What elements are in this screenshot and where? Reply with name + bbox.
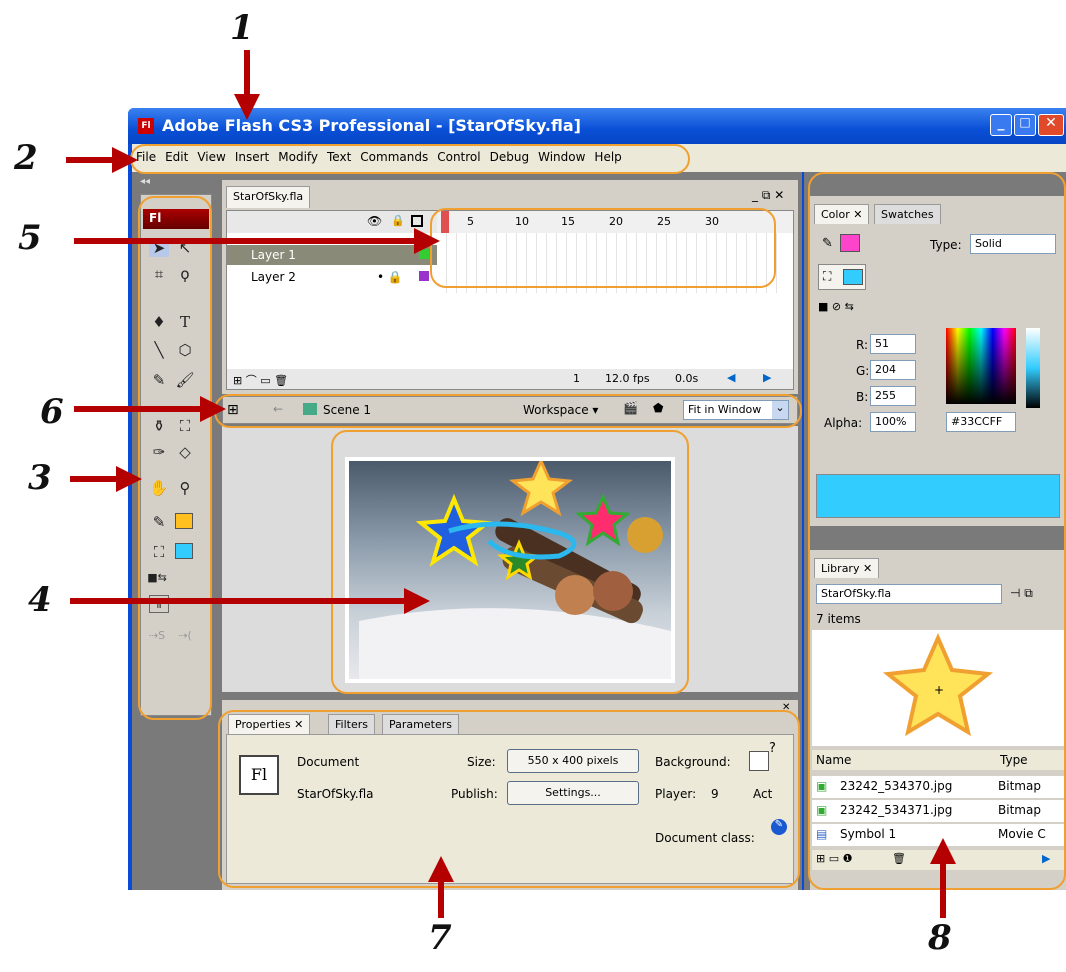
layer-color	[419, 271, 429, 281]
highlight-tools	[138, 196, 212, 720]
arrow-6	[74, 406, 206, 412]
maximize-button[interactable]: □	[1014, 114, 1036, 136]
frame-rate: 12.0 fps	[605, 372, 650, 385]
eye-icon[interactable]: 👁	[367, 214, 382, 228]
arrow-head	[200, 396, 226, 422]
add-layer-icon[interactable]: ⊞ ⌒ ▭ 🗑	[233, 372, 288, 388]
arrow-head	[930, 838, 956, 864]
arrow-5	[74, 238, 420, 244]
outline-icon[interactable]	[411, 215, 423, 227]
annotation-3: 3	[28, 458, 52, 498]
arrow-head	[234, 94, 260, 120]
highlight-timeline	[430, 208, 776, 288]
arrow-head	[112, 147, 138, 173]
arrow-head	[414, 228, 440, 254]
lock-icon[interactable]: • 🔒	[377, 270, 403, 284]
annotation-2: 2	[14, 138, 38, 178]
annotation-1: 1	[230, 8, 254, 48]
arrow-head	[404, 588, 430, 614]
current-frame: 1	[573, 372, 580, 385]
arrow-head	[116, 466, 142, 492]
document-tab[interactable]: StarOfSky.fla	[226, 186, 311, 208]
tools-collapse-icon[interactable]: ◂◂	[140, 176, 150, 187]
layer-header: 👁 🔒	[227, 211, 437, 233]
scroll-left-icon[interactable]: ◀	[727, 371, 735, 384]
highlight-panels	[808, 172, 1066, 890]
scroll-right-icon[interactable]: ▶	[763, 371, 771, 384]
highlight-menu	[130, 144, 690, 174]
layer-row[interactable]: Layer 1	[227, 245, 437, 265]
elapsed-time: 0.0s	[675, 372, 699, 385]
annotation-5: 5	[18, 218, 42, 258]
arrow-head	[428, 856, 454, 882]
highlight-editbar	[214, 394, 802, 428]
annotation-4: 4	[28, 580, 52, 620]
annotation-6: 6	[40, 392, 64, 432]
flash-app-icon: Fl	[138, 118, 154, 134]
lock-icon[interactable]: 🔒	[391, 214, 405, 227]
highlight-stage	[331, 430, 689, 694]
highlight-properties	[218, 710, 800, 888]
layer-name: Layer 1	[251, 248, 296, 262]
annotation-8: 8	[928, 918, 952, 958]
close-button[interactable]: ✕	[1038, 114, 1064, 136]
layer-name: Layer 2	[251, 270, 296, 284]
annotation-7: 7	[428, 918, 452, 958]
window-title: Adobe Flash CS3 Professional - [StarOfSk…	[162, 116, 581, 135]
timeline-status-bar: ⊞ ⌒ ▭ 🗑 1 12.0 fps 0.0s ◀ ▶	[227, 369, 793, 389]
arrow-8	[940, 860, 946, 918]
layer-row[interactable]: Layer 2 • 🔒	[227, 267, 437, 287]
arrow-3	[70, 476, 122, 482]
arrow-4	[70, 598, 410, 604]
title-bar: Fl Adobe Flash CS3 Professional - [StarO…	[128, 108, 1066, 144]
minimize-button[interactable]: _	[990, 114, 1012, 136]
arrow-7	[438, 878, 444, 918]
window-controls[interactable]: _ ⧉ ✕	[752, 188, 784, 203]
